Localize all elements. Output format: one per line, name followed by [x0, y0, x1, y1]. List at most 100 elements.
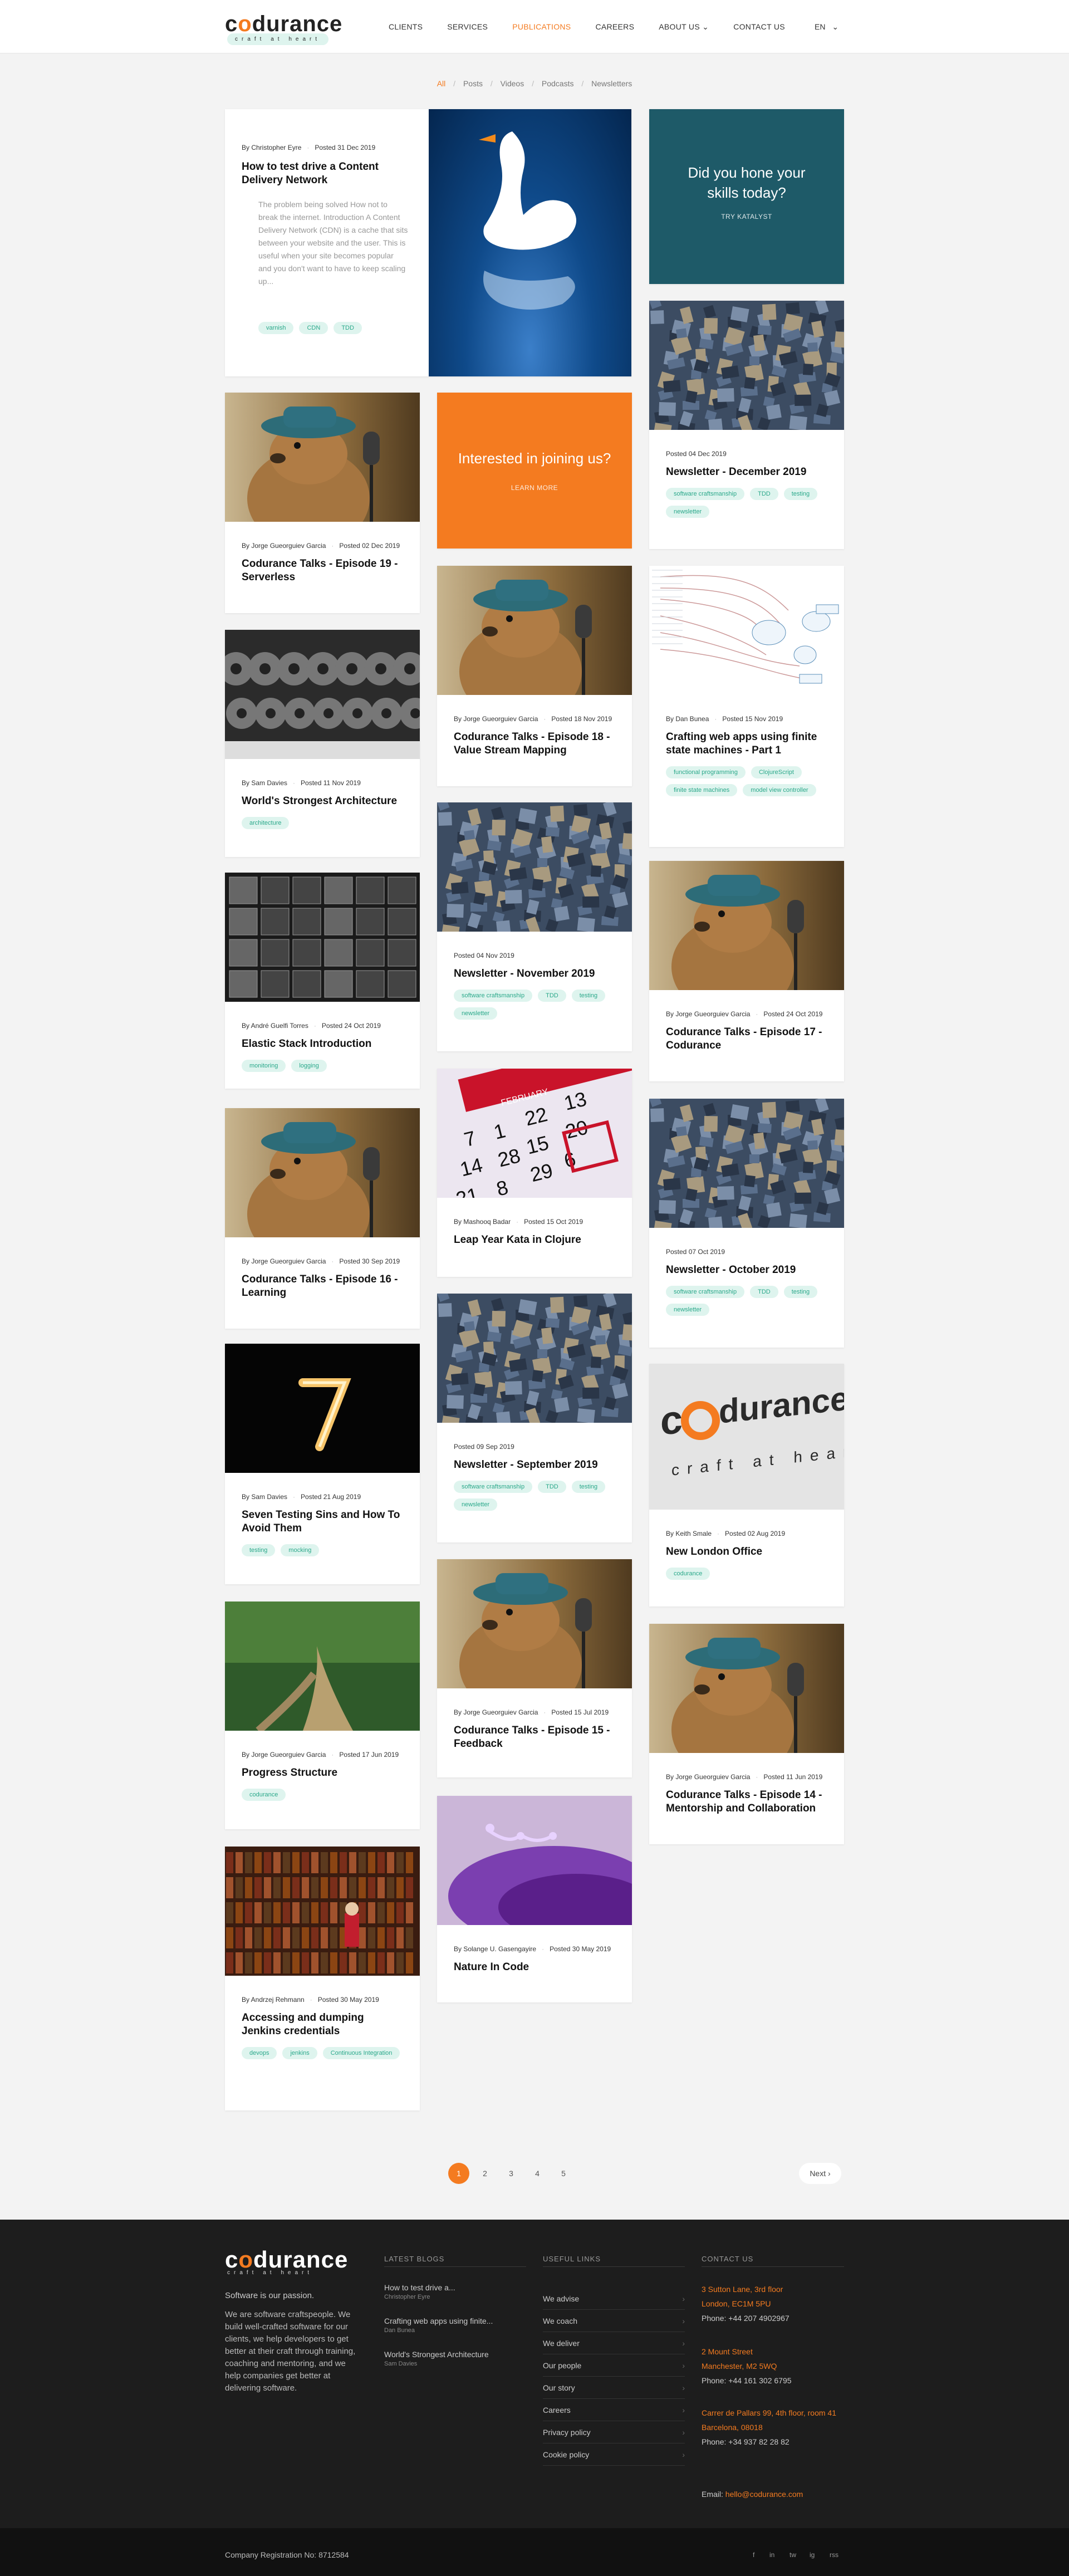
- post-title[interactable]: Progress Structure: [242, 1766, 403, 1780]
- tag[interactable]: software craftsmanship: [666, 1286, 745, 1298]
- tag[interactable]: newsletter: [454, 1498, 498, 1511]
- tag[interactable]: TDD: [334, 322, 362, 334]
- footer-link-our-people[interactable]: Our people ›: [543, 2354, 685, 2377]
- tag[interactable]: software craftsmanship: [454, 1481, 533, 1493]
- post-title[interactable]: Newsletter - October 2019: [666, 1263, 827, 1277]
- footer-blog-link[interactable]: Crafting web apps using finite... Dan Bun…: [384, 2317, 518, 2334]
- post-card[interactable]: By Jorge Gueorguiev Garcia · Posted 11 Jun…: [649, 1624, 844, 1844]
- filter-videos[interactable]: Videos: [501, 79, 524, 88]
- footer-link-cookie-policy[interactable]: Cookie policy ›: [543, 2443, 685, 2466]
- tag[interactable]: codurance: [242, 1789, 286, 1801]
- post-card[interactable]: By Jorge Gueorguiev Garcia · Posted 18 Nov…: [437, 566, 632, 786]
- post-title[interactable]: Newsletter - December 2019: [666, 466, 827, 479]
- post-card[interactable]: By Solange U. Gasengayire · Posted 30 May …: [437, 1796, 632, 2002]
- katalyst-cta-card[interactable]: Did you hone your skills today? TRY KATA…: [649, 109, 844, 284]
- post-title[interactable]: Codurance Talks - Episode 14 - Mentorshi…: [666, 1789, 827, 1815]
- post-card[interactable]: By Jorge Gueorguiev Garcia · Posted 15 Jul…: [437, 1559, 632, 1777]
- post-card[interactable]: By Jorge Gueorguiev Garcia · Posted 02 Dec…: [225, 393, 420, 613]
- email-link[interactable]: hello@codurance.com: [725, 2490, 803, 2499]
- footer-link-we-deliver[interactable]: We deliver ›: [543, 2332, 685, 2354]
- tag[interactable]: CDN: [299, 322, 328, 334]
- tag[interactable]: testing: [783, 488, 818, 500]
- tag[interactable]: logging: [291, 1060, 327, 1072]
- post-title[interactable]: Codurance Talks - Episode 17 - Codurance: [666, 1026, 827, 1052]
- tag[interactable]: testing: [242, 1544, 276, 1556]
- instagram-icon[interactable]: ig: [810, 2551, 815, 2559]
- post-title[interactable]: Codurance Talks - Episode 16 - Learning: [242, 1273, 403, 1300]
- nav-publications[interactable]: PUBLICATIONS: [512, 22, 571, 32]
- tag[interactable]: devops: [242, 2047, 277, 2059]
- page-5[interactable]: 5: [553, 2163, 574, 2184]
- tag[interactable]: architecture: [242, 817, 290, 829]
- post-title[interactable]: Newsletter - November 2019: [454, 967, 615, 981]
- post-card[interactable]: Posted 09 Sep 2019 Newsletter - September…: [437, 1294, 632, 1542]
- post-title[interactable]: Newsletter - September 2019: [454, 1458, 615, 1472]
- tag[interactable]: TDD: [750, 1286, 778, 1298]
- post-title[interactable]: Codurance Talks - Episode 18 - Value Str…: [454, 731, 615, 757]
- filter-podcasts[interactable]: Podcasts: [542, 79, 574, 88]
- footer-link-our-story[interactable]: Our story ›: [543, 2377, 685, 2399]
- post-title[interactable]: Accessing and dumping Jenkins credential…: [242, 2011, 403, 2038]
- post-card[interactable]: By Sam Davies · Posted 11 Nov 2019 World's …: [225, 630, 420, 857]
- post-card[interactable]: By Dan Bunea · Posted 15 Nov 2019 Crafting …: [649, 566, 844, 847]
- tag[interactable]: codurance: [666, 1568, 710, 1580]
- language-selector[interactable]: EN ⌄: [815, 22, 838, 32]
- facebook-icon[interactable]: f: [753, 2551, 754, 2559]
- tag[interactable]: TDD: [538, 990, 566, 1002]
- post-title[interactable]: Seven Testing Sins and How To Avoid Them: [242, 1509, 403, 1535]
- tag[interactable]: newsletter: [454, 1007, 498, 1020]
- featured-post-card[interactable]: By Christopher Eyre · Posted 31 Dec 2019 H…: [225, 109, 631, 376]
- post-title[interactable]: Crafting web apps using finite state mac…: [666, 731, 827, 757]
- filter-newsletters[interactable]: Newsletters: [591, 79, 632, 88]
- tag[interactable]: TDD: [750, 488, 778, 500]
- nav-services[interactable]: SERVICES: [447, 22, 488, 32]
- page-2[interactable]: 2: [474, 2163, 496, 2184]
- tag[interactable]: model view controller: [743, 784, 816, 796]
- learn-more-link[interactable]: LEARN MORE: [437, 484, 632, 492]
- post-title[interactable]: Leap Year Kata in Clojure: [454, 1233, 615, 1247]
- try-katalyst-link[interactable]: TRY KATALYST: [649, 213, 844, 221]
- post-card[interactable]: By Jorge Gueorguiev Garcia · Posted 24 Oct…: [649, 861, 844, 1081]
- tag[interactable]: monitoring: [242, 1060, 286, 1072]
- footer-blog-link[interactable]: World's Strongest Architecture Sam Davies: [384, 2350, 518, 2367]
- tag[interactable]: testing: [571, 990, 606, 1002]
- filter-all[interactable]: All: [437, 79, 446, 88]
- twitter-icon[interactable]: tw: [790, 2551, 796, 2559]
- post-card[interactable]: By Jorge Gueorguiev Garcia · Posted 30 Sep…: [225, 1108, 420, 1329]
- post-card[interactable]: Posted 07 Oct 2019 Newsletter - October 2…: [649, 1099, 844, 1348]
- post-card[interactable]: Posted 04 Dec 2019 Newsletter - December …: [649, 301, 844, 549]
- tag[interactable]: varnish: [258, 322, 294, 334]
- nav-contact-us[interactable]: CONTACT US: [733, 22, 785, 32]
- tag[interactable]: ClojureScript: [751, 766, 802, 778]
- rss-icon[interactable]: rss: [830, 2551, 838, 2559]
- post-title[interactable]: How to test drive a Content Delivery Net…: [242, 160, 389, 187]
- filter-posts[interactable]: Posts: [463, 79, 483, 88]
- tag[interactable]: finite state machines: [666, 784, 738, 796]
- post-title[interactable]: Nature In Code: [454, 1961, 615, 1974]
- post-title[interactable]: New London Office: [666, 1545, 827, 1559]
- post-title[interactable]: Codurance Talks - Episode 15 - Feedback: [454, 1724, 615, 1751]
- tag[interactable]: testing: [571, 1481, 606, 1493]
- post-card[interactable]: FEBRUARY 7 14 21 1 28 8 22 15 29 13 20 6 By Mashooq B…: [437, 1069, 632, 1277]
- post-card[interactable]: By Andrzej Rehmann · Posted 30 May 2019 Acc…: [225, 1847, 420, 2110]
- tag[interactable]: newsletter: [666, 1304, 710, 1316]
- page-3[interactable]: 3: [501, 2163, 522, 2184]
- post-title[interactable]: Codurance Talks - Episode 19 - Serverles…: [242, 557, 403, 584]
- join-cta-card[interactable]: Interested in joining us? LEARN MORE: [437, 393, 632, 548]
- post-title[interactable]: Elastic Stack Introduction: [242, 1037, 403, 1051]
- nav-clients[interactable]: CLIENTS: [389, 22, 423, 32]
- footer-link-privacy-policy[interactable]: Privacy policy ›: [543, 2421, 685, 2443]
- footer-logo[interactable]: codurance craft at heart: [225, 2248, 348, 2276]
- nav-about-us[interactable]: ABOUT US ⌄: [659, 22, 709, 32]
- tag[interactable]: mocking: [281, 1544, 320, 1556]
- post-card[interactable]: By Jorge Gueorguiev Garcia · Posted 17 Jun…: [225, 1602, 420, 1829]
- footer-link-we-coach[interactable]: We coach ›: [543, 2310, 685, 2332]
- tag[interactable]: Continuous Integration: [322, 2047, 400, 2059]
- tag[interactable]: software craftsmanship: [454, 990, 533, 1002]
- page-1[interactable]: 1: [448, 2163, 469, 2184]
- nav-careers[interactable]: CAREERS: [595, 22, 634, 32]
- post-card[interactable]: c durance craft at heart By Keith Smale · Pos…: [649, 1364, 844, 1607]
- footer-link-we-advise[interactable]: We advise ›: [543, 2288, 685, 2310]
- tag[interactable]: functional programming: [666, 766, 746, 778]
- post-card[interactable]: By André Guelfi Torres · Posted 24 Oct 201…: [225, 873, 420, 1089]
